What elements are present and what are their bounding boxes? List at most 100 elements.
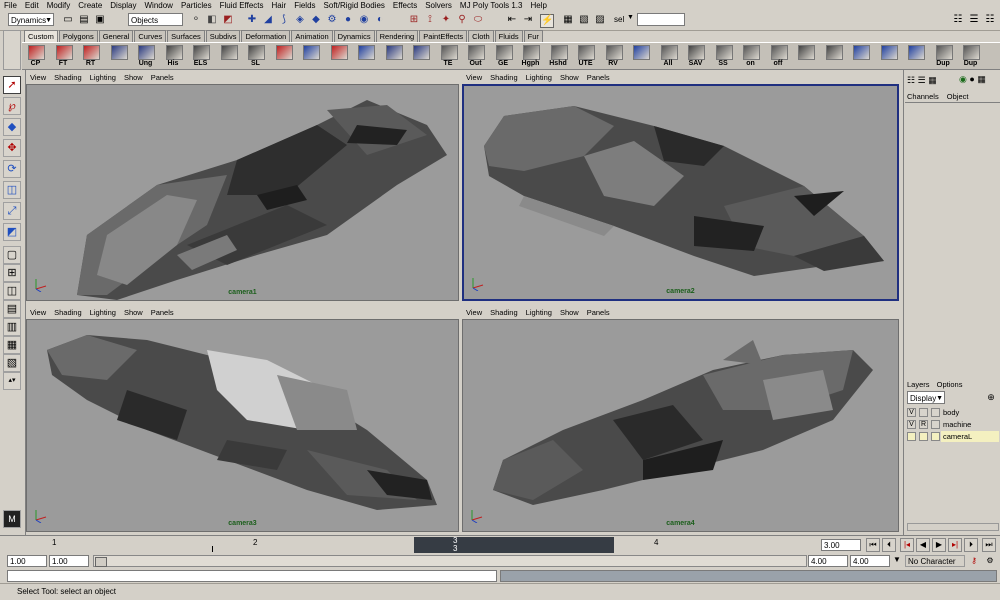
channel-box-list-icon[interactable]: ☰ <box>918 75 926 85</box>
go-to-start-icon[interactable]: ⏮ <box>866 538 880 552</box>
shelf-button[interactable]: UTE <box>576 44 595 68</box>
select-joints-icon[interactable]: ◢ <box>262 14 274 26</box>
shelf-tab-subdivs[interactable]: Subdivs <box>205 30 241 42</box>
layer-display-dropdown[interactable]: Display ▼ <box>907 391 945 404</box>
select-deformations-icon[interactable]: ◆ <box>310 14 322 26</box>
snap-live-icon[interactable]: ⬭ <box>472 14 484 26</box>
shelf-button[interactable]: Out <box>466 44 485 68</box>
menu-file[interactable]: File <box>0 0 21 11</box>
viewport-camera4[interactable]: View Shading Lighting Show Panels camera… <box>462 307 899 532</box>
shelf-button[interactable]: Ung <box>136 44 155 68</box>
move-tool-icon[interactable]: ✥ <box>3 139 21 157</box>
select-rendering-icon[interactable]: ● <box>342 14 354 26</box>
select-surfaces-icon[interactable]: ◈ <box>294 14 306 26</box>
shelf-button[interactable] <box>109 44 128 68</box>
shelf-tab-deformation[interactable]: Deformation <box>241 30 291 42</box>
tool-settings-toggle-icon[interactable]: ☰ <box>968 14 980 26</box>
shelf-button[interactable] <box>851 44 870 68</box>
menu-window[interactable]: Window <box>141 0 177 11</box>
menu-help[interactable]: Help <box>526 0 550 11</box>
shelf-tab-custom[interactable]: Custom <box>24 30 58 42</box>
layout-scroll-icon[interactable]: ▴▾ <box>3 372 21 390</box>
menu-effects[interactable]: Effects <box>389 0 421 11</box>
viewport-menu-panels[interactable]: Panels <box>147 72 178 84</box>
channel-box-tab-channels[interactable]: Channels <box>907 92 939 101</box>
shelf-button[interactable]: RV <box>604 44 623 68</box>
playback-end-field[interactable]: 4.00 <box>808 555 848 567</box>
render-globals-icon[interactable]: ▨ <box>594 14 606 26</box>
viewport-menu-shading[interactable]: Shading <box>486 307 522 319</box>
select-tool-icon[interactable]: ➚ <box>3 76 21 94</box>
render-layout-icon[interactable]: ▧ <box>3 354 21 372</box>
viewport-menu-view[interactable]: View <box>26 307 50 319</box>
menu-display[interactable]: Display <box>106 0 140 11</box>
viewport-menu-lighting[interactable]: Lighting <box>86 72 120 84</box>
current-time-field[interactable]: 3.00 <box>821 539 861 551</box>
viewport-menu-lighting[interactable]: Lighting <box>522 72 556 84</box>
menu-create[interactable]: Create <box>74 0 106 11</box>
shelf-button[interactable] <box>274 44 293 68</box>
manipulator-tool-icon[interactable]: ⤢ <box>3 202 21 220</box>
spaceship-model[interactable] <box>27 320 459 532</box>
chevron-down-icon[interactable]: ▼ <box>893 555 901 564</box>
viewport-menu-view[interactable]: View <box>26 72 50 84</box>
channel-box-grid-icon[interactable]: ▦ <box>928 75 937 85</box>
shelf-tab-fluids[interactable]: Fluids <box>494 30 523 42</box>
spaceship-model[interactable] <box>464 86 899 301</box>
snap-plane-icon[interactable]: ⚲ <box>456 14 468 26</box>
channel-box-tab-object[interactable]: Object <box>947 92 969 101</box>
viewport-menu-show[interactable]: Show <box>556 307 583 319</box>
quick-select-field[interactable] <box>637 13 685 26</box>
shelf-tab-animation[interactable]: Animation <box>291 30 333 42</box>
shelf-tab-curves[interactable]: Curves <box>134 30 167 42</box>
save-scene-icon[interactable]: ▣ <box>94 14 106 26</box>
selection-mode-dropdown[interactable]: Objects <box>128 13 183 26</box>
playback-start-field[interactable]: 1.00 <box>49 555 89 567</box>
channel-box-layout-icon[interactable]: ☷ <box>907 75 915 85</box>
shelf-button[interactable] <box>384 44 403 68</box>
viewport-menu-shading[interactable]: Shading <box>50 307 86 319</box>
menu-set-dropdown[interactable]: Dynamics ▼ <box>8 13 54 26</box>
layer-color-swatch[interactable] <box>931 408 940 417</box>
viewport-menu-panels[interactable]: Panels <box>583 307 614 319</box>
animation-start-field[interactable]: 1.00 <box>7 555 47 567</box>
step-forward-frame-icon[interactable]: ⏵ <box>964 538 978 552</box>
layer-scrollbar[interactable] <box>907 523 999 531</box>
shelf-button[interactable] <box>631 44 650 68</box>
viewport-menu-lighting[interactable]: Lighting <box>86 307 120 319</box>
viewport-canvas[interactable]: camera3 <box>26 319 459 532</box>
play-forwards-icon[interactable]: ▶ <box>932 538 946 552</box>
open-scene-icon[interactable]: ▤ <box>78 14 90 26</box>
ipr-render-icon[interactable]: ▧ <box>578 14 590 26</box>
menu-edit[interactable]: Edit <box>21 0 43 11</box>
viewport-menu-show[interactable]: Show <box>120 307 147 319</box>
shelf-tab-fur[interactable]: Fur <box>523 30 543 42</box>
shelf-button[interactable]: FT <box>54 44 73 68</box>
hierarchy-icon[interactable]: ⚬ <box>190 14 202 26</box>
render-frame-icon[interactable]: ▦ <box>562 14 574 26</box>
spaceship-model[interactable] <box>463 320 899 532</box>
shelf-button[interactable]: SAV <box>686 44 705 68</box>
menu-hair[interactable]: Hair <box>268 0 291 11</box>
auto-key-icon[interactable]: ⚷ <box>967 555 981 567</box>
lasso-tool-icon[interactable]: ℘ <box>3 97 21 115</box>
viewport-camera2[interactable]: View Shading Lighting Show Panels camera… <box>462 72 899 301</box>
layer-row[interactable]: V body <box>907 407 999 418</box>
play-backwards-icon[interactable]: ◀ <box>916 538 930 552</box>
snap-grid-icon[interactable]: ⊞ <box>408 14 420 26</box>
two-pane-layout-icon[interactable]: ◫ <box>3 282 21 300</box>
shelf-button[interactable]: CP <box>26 44 45 68</box>
shelf-tab-rendering[interactable]: Rendering <box>375 30 419 42</box>
viewport-canvas[interactable]: camera4 <box>462 319 899 532</box>
channel-box-toggle-icon[interactable]: ☷ <box>984 14 996 26</box>
layer-visibility-toggle[interactable] <box>907 432 916 441</box>
snap-curve-icon[interactable]: ⟟ <box>424 14 436 26</box>
shelf-button[interactable] <box>824 44 843 68</box>
shelf-button[interactable] <box>879 44 898 68</box>
viewport-menu-panels[interactable]: Panels <box>147 307 178 319</box>
character-set-menu[interactable]: No Character Set <box>905 555 965 577</box>
hypershade-layout-icon[interactable]: ▦ <box>3 336 21 354</box>
rotate-tool-icon[interactable]: ⟳ <box>3 160 21 178</box>
select-curves-icon[interactable]: ⟆ <box>278 14 290 26</box>
snap-point-icon[interactable]: ✦ <box>440 14 452 26</box>
